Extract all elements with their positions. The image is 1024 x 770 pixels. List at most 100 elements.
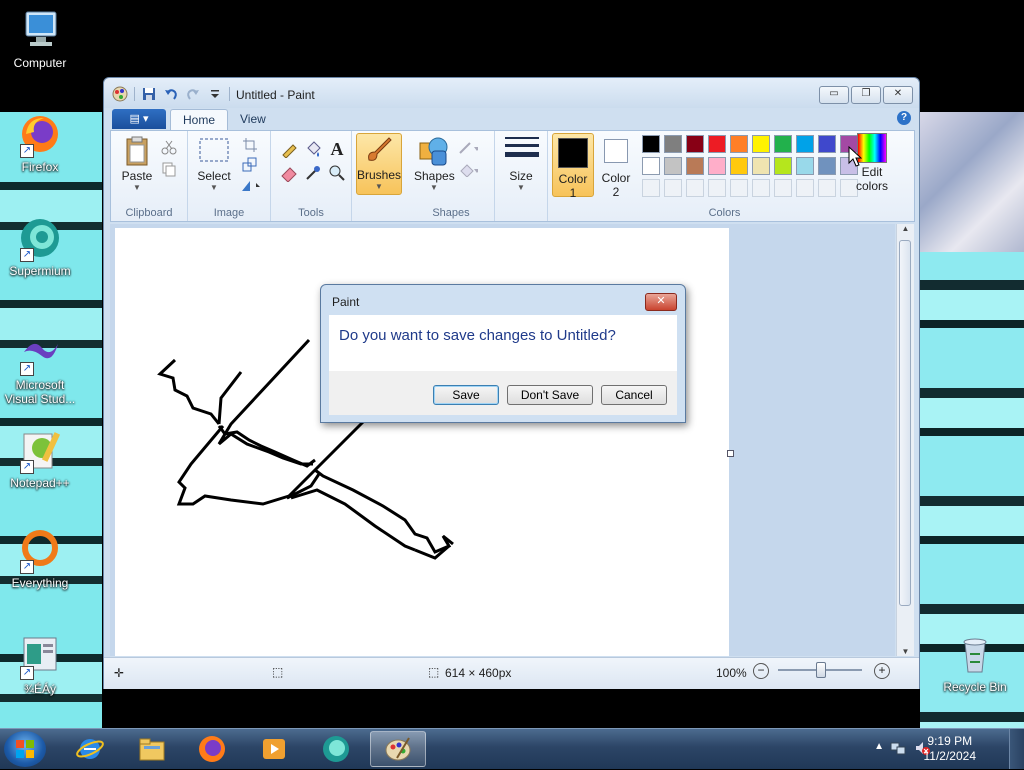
pencil-icon[interactable] bbox=[279, 139, 299, 159]
taskbar-supermium[interactable] bbox=[308, 731, 364, 767]
select-label: Select bbox=[197, 169, 231, 183]
dialog-close-button[interactable]: ✕ bbox=[645, 293, 677, 311]
taskbar-media-player[interactable] bbox=[246, 731, 302, 767]
desktop-icon-firefox[interactable]: ↗ Firefox bbox=[0, 112, 86, 174]
color-swatch[interactable] bbox=[642, 157, 660, 175]
close-button[interactable]: ✕ bbox=[883, 86, 913, 104]
vertical-scrollbar[interactable]: ▲ ▼ bbox=[896, 224, 914, 656]
minimize-button[interactable]: ▭ bbox=[819, 86, 849, 104]
network-icon[interactable] bbox=[890, 740, 906, 759]
color-swatch[interactable] bbox=[774, 157, 792, 175]
color-swatch[interactable] bbox=[752, 157, 770, 175]
text-icon[interactable]: A bbox=[327, 139, 347, 159]
copy-icon[interactable] bbox=[159, 159, 179, 179]
system-clock[interactable]: 9:19 PM 11/2/2024 bbox=[924, 734, 977, 764]
help-icon[interactable]: ? bbox=[897, 111, 911, 125]
tab-view[interactable]: View bbox=[228, 109, 278, 129]
desktop-icon-recycle-bin[interactable]: Recycle Bin bbox=[929, 632, 1021, 694]
zoom-in-button[interactable]: + bbox=[874, 663, 890, 679]
colors-group-label: Colors bbox=[708, 207, 741, 219]
desktop-icon-supermium[interactable]: ↗ Supermium bbox=[0, 216, 86, 278]
canvas-resize-handle[interactable] bbox=[727, 450, 734, 457]
dont-save-button[interactable]: Don't Save bbox=[507, 385, 593, 405]
fill-icon[interactable] bbox=[303, 139, 323, 159]
undo-icon[interactable] bbox=[163, 86, 179, 102]
taskbar-paint[interactable] bbox=[370, 731, 426, 767]
custom-color-slot[interactable] bbox=[664, 179, 682, 197]
color-swatch[interactable] bbox=[796, 157, 814, 175]
color1-swatch bbox=[558, 138, 588, 168]
save-button[interactable]: Save bbox=[433, 385, 499, 405]
custom-color-slot[interactable] bbox=[796, 179, 814, 197]
color-swatch[interactable] bbox=[730, 157, 748, 175]
custom-color-slot[interactable] bbox=[818, 179, 836, 197]
taskbar-firefox[interactable] bbox=[184, 731, 240, 767]
desktop-icon-visual-studio[interactable]: ↗ Microsoft Visual Stud... bbox=[0, 330, 86, 406]
color-swatch[interactable] bbox=[818, 157, 836, 175]
color2-button[interactable]: Color 2 bbox=[596, 133, 636, 199]
show-hidden-icons-icon[interactable]: ▲ bbox=[874, 741, 884, 752]
paint-icon bbox=[385, 737, 411, 761]
magnifier-icon[interactable] bbox=[327, 163, 347, 183]
rotate-icon[interactable] bbox=[240, 175, 260, 195]
brushes-button[interactable]: Brushes ▼ bbox=[356, 133, 402, 195]
save-icon[interactable] bbox=[141, 86, 157, 102]
image-group: Select ▼ Image bbox=[188, 131, 271, 221]
show-desktop-button[interactable] bbox=[1009, 729, 1024, 769]
eraser-icon[interactable] bbox=[279, 163, 299, 183]
color1-button[interactable]: Color 1 bbox=[552, 133, 594, 200]
color-swatch[interactable] bbox=[708, 135, 726, 153]
custom-color-slot[interactable] bbox=[730, 179, 748, 197]
color-swatch[interactable] bbox=[796, 135, 814, 153]
scroll-up-icon[interactable]: ▲ bbox=[897, 224, 914, 233]
scroll-down-icon[interactable]: ▼ bbox=[897, 647, 914, 656]
custom-color-slot[interactable] bbox=[774, 179, 792, 197]
shape-fill-icon[interactable] bbox=[458, 159, 478, 179]
taskbar-internet-explorer[interactable] bbox=[62, 731, 118, 767]
cancel-button[interactable]: Cancel bbox=[601, 385, 667, 405]
color-picker-icon[interactable] bbox=[303, 163, 323, 183]
redo-icon[interactable] bbox=[185, 86, 201, 102]
taskbar-explorer[interactable] bbox=[124, 731, 180, 767]
chevron-down-icon: ▼ bbox=[375, 182, 383, 191]
custom-color-slot[interactable] bbox=[708, 179, 726, 197]
desktop-icon-computer[interactable]: Computer bbox=[0, 8, 86, 70]
tab-home[interactable]: Home bbox=[170, 109, 229, 130]
paint-app-icon[interactable] bbox=[112, 86, 128, 102]
color-swatch[interactable] bbox=[774, 135, 792, 153]
scrollbar-thumb[interactable] bbox=[899, 240, 911, 606]
color-swatch[interactable] bbox=[686, 157, 704, 175]
cut-icon[interactable] bbox=[159, 137, 179, 157]
resize-icon[interactable] bbox=[240, 155, 260, 175]
color-swatch[interactable] bbox=[642, 135, 660, 153]
select-button[interactable]: Select ▼ bbox=[194, 135, 234, 192]
file-menu-button[interactable]: ▤ ▾ bbox=[112, 109, 166, 129]
paste-button[interactable]: Paste ▼ bbox=[117, 135, 157, 192]
color-swatch[interactable] bbox=[664, 157, 682, 175]
desktop-icon-label: ¾ÉÁý bbox=[23, 682, 56, 696]
zoom-slider-thumb[interactable] bbox=[816, 662, 826, 678]
dialog-body: Do you want to save changes to Untitled? bbox=[329, 315, 677, 371]
customize-qat-icon[interactable] bbox=[207, 86, 223, 102]
shapes-button[interactable]: Shapes ▼ bbox=[414, 135, 455, 192]
maximize-button[interactable]: ❐ bbox=[851, 86, 881, 104]
size-button[interactable]: Size ▼ bbox=[501, 135, 541, 192]
qat-separator bbox=[229, 87, 230, 101]
color-swatch[interactable] bbox=[752, 135, 770, 153]
custom-color-slot[interactable] bbox=[752, 179, 770, 197]
desktop-icon-shortcut[interactable]: ↗ ¾ÉÁý bbox=[0, 634, 86, 696]
custom-color-slot[interactable] bbox=[686, 179, 704, 197]
zoom-out-button[interactable]: − bbox=[753, 663, 769, 679]
crop-icon[interactable] bbox=[240, 135, 260, 155]
custom-color-slot[interactable] bbox=[642, 179, 660, 197]
color-swatch[interactable] bbox=[708, 157, 726, 175]
desktop-icon-everything[interactable]: ↗ Everything bbox=[0, 528, 86, 590]
start-button[interactable] bbox=[4, 731, 46, 767]
color-swatch[interactable] bbox=[730, 135, 748, 153]
color-swatch[interactable] bbox=[818, 135, 836, 153]
desktop-icon-notepadpp[interactable]: ↗ Notepad++ bbox=[0, 428, 86, 490]
color-swatch[interactable] bbox=[664, 135, 682, 153]
color-swatch[interactable] bbox=[686, 135, 704, 153]
outline-icon[interactable] bbox=[458, 137, 478, 157]
shapes-icon bbox=[418, 135, 450, 167]
